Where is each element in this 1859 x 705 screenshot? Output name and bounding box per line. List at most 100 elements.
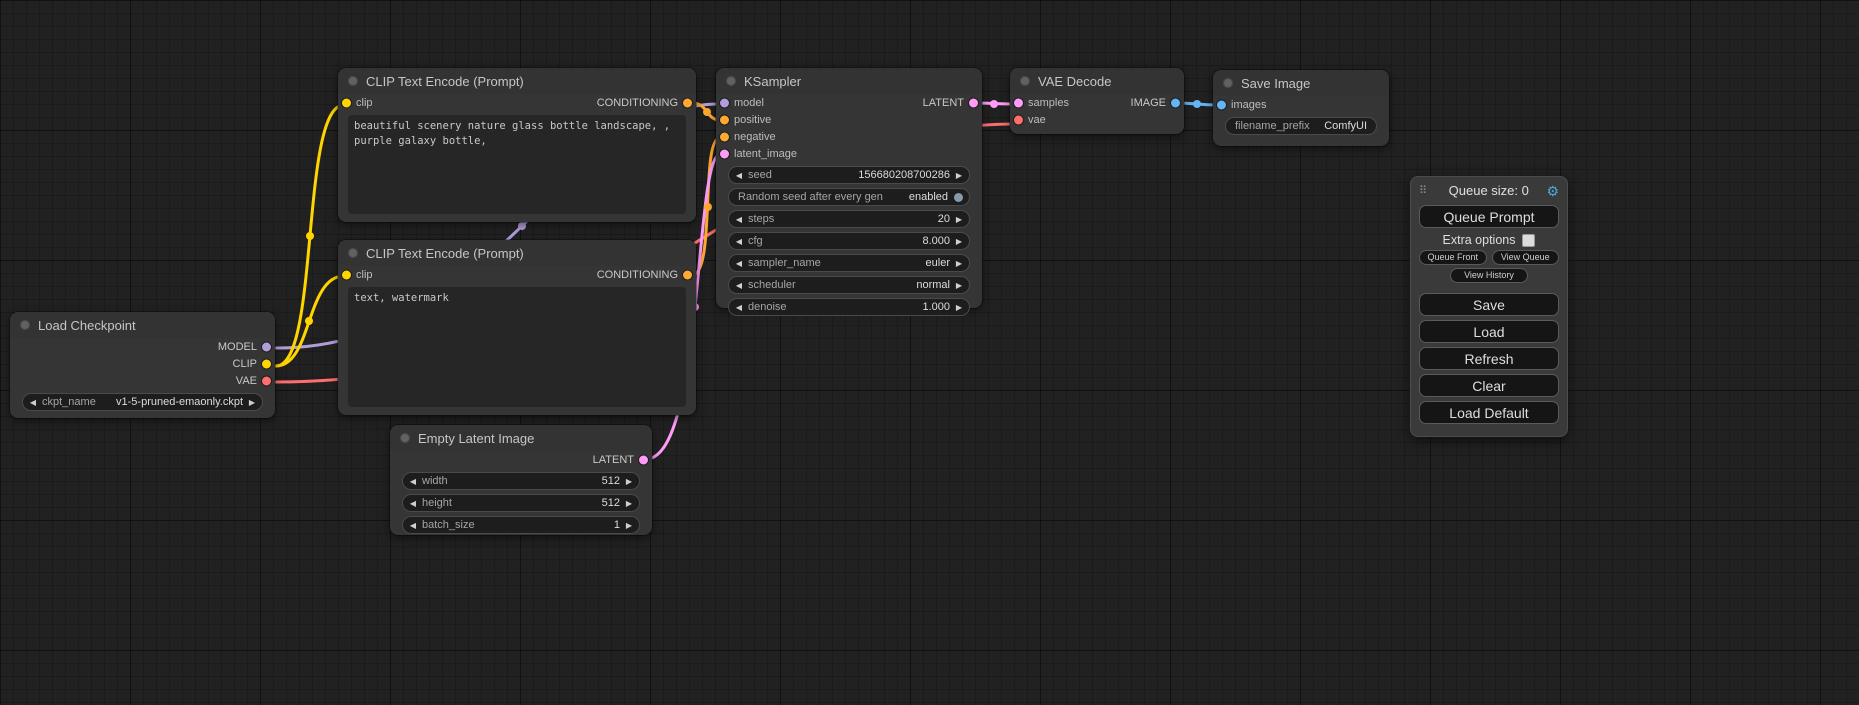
node-clip-text-encode-positive[interactable]: CLIP Text Encode (Prompt) clip CONDITION… [338,68,696,222]
decrement-icon[interactable]: ◀ [734,281,744,290]
increment-icon[interactable]: ▶ [954,171,964,180]
settings-gear-icon[interactable]: ⚙ [1546,184,1559,198]
decrement-icon[interactable]: ◀ [734,303,744,312]
decrement-icon[interactable]: ◀ [408,477,418,486]
input-dot-samples[interactable] [1014,98,1023,107]
increment-icon[interactable]: ▶ [624,499,634,508]
decrement-icon[interactable]: ◀ [408,521,418,530]
node-title-bar[interactable]: Load Checkpoint [10,312,275,338]
slot-row-clip-conditioning: clip CONDITIONING [338,94,696,111]
increment-icon[interactable]: ▶ [954,215,964,224]
increment-icon[interactable]: ▶ [954,259,964,268]
ckpt-name-widget[interactable]: ◀ ckpt_name v1-5-pruned-emaonly.ckpt ▶ [22,393,263,411]
output-dot-conditioning[interactable] [683,98,692,107]
node-save-image[interactable]: Save Image images filename_prefix ComfyU… [1213,70,1389,146]
slot-label: samples [1028,97,1069,109]
steps-widget[interactable]: ◀ steps 20 ▶ [728,210,970,228]
node-load-checkpoint[interactable]: Load Checkpoint MODEL CLIP VAE ◀ ckpt_na… [10,312,275,418]
load-default-button[interactable]: Load Default [1419,401,1559,424]
node-vae-decode[interactable]: VAE Decode samples IMAGE vae [1010,68,1184,134]
input-slot-vae: vae [1010,111,1184,128]
cfg-widget[interactable]: ◀ cfg 8.000 ▶ [728,232,970,250]
widget-label: width [422,475,448,487]
decrement-icon[interactable]: ◀ [734,259,744,268]
input-dot-images[interactable] [1217,100,1226,109]
extra-options-checkbox[interactable] [1522,234,1535,247]
output-dot-conditioning[interactable] [683,270,692,279]
increment-icon[interactable]: ▶ [954,237,964,246]
queue-front-button[interactable]: Queue Front [1419,250,1487,265]
view-queue-button[interactable]: View Queue [1492,250,1560,265]
sampler-name-widget[interactable]: ◀ sampler_name euler ▶ [728,254,970,272]
clear-button[interactable]: Clear [1419,374,1559,397]
input-dot-latent-image[interactable] [720,149,729,158]
output-slot-latent: LATENT [390,451,652,468]
width-widget[interactable]: ◀ width 512 ▶ [402,472,640,490]
input-dot-clip[interactable] [342,98,351,107]
collapse-dot[interactable] [20,320,30,330]
menu-drag-handle-icon[interactable]: ⠿ [1419,184,1427,197]
node-graph-canvas[interactable]: Load Checkpoint MODEL CLIP VAE ◀ ckpt_na… [0,0,1859,705]
decrement-icon[interactable]: ◀ [734,237,744,246]
slot-row-samples-image: samples IMAGE [1010,94,1184,111]
decrement-icon[interactable]: ◀ [734,215,744,224]
node-title-bar[interactable]: VAE Decode [1010,68,1184,94]
input-dot-positive[interactable] [720,115,729,124]
node-title-bar[interactable]: KSampler [716,68,982,94]
output-dot-latent[interactable] [969,98,978,107]
link-midpoint-dot [1193,100,1201,108]
height-widget[interactable]: ◀ height 512 ▶ [402,494,640,512]
filename-prefix-widget[interactable]: filename_prefix ComfyUI [1225,117,1377,135]
increment-icon[interactable]: ▶ [624,521,634,530]
output-dot-clip[interactable] [262,359,271,368]
output-dot-latent[interactable] [639,455,648,464]
input-slot-latent-image: latent_image [716,145,982,162]
seed-widget[interactable]: ◀ seed 156680208700286 ▶ [728,166,970,184]
node-title-bar[interactable]: Empty Latent Image [390,425,652,451]
refresh-button[interactable]: Refresh [1419,347,1559,370]
random-seed-toggle[interactable]: Random seed after every gen enabled [728,188,970,206]
collapse-dot[interactable] [348,76,358,86]
queue-prompt-button[interactable]: Queue Prompt [1419,205,1559,228]
input-dot-vae[interactable] [1014,115,1023,124]
batch-size-widget[interactable]: ◀ batch_size 1 ▶ [402,516,640,534]
increment-icon[interactable]: ▶ [954,303,964,312]
save-button[interactable]: Save [1419,293,1559,316]
input-dot-negative[interactable] [720,132,729,141]
collapse-dot[interactable] [348,248,358,258]
scheduler-widget[interactable]: ◀ scheduler normal ▶ [728,276,970,294]
decrement-icon[interactable]: ◀ [734,171,744,180]
node-title-bar[interactable]: CLIP Text Encode (Prompt) [338,68,696,94]
collapse-dot[interactable] [400,433,410,443]
negative-prompt-textarea[interactable]: text, watermark [348,287,686,407]
node-ksampler[interactable]: KSampler model LATENT positive negative … [716,68,982,308]
denoise-widget[interactable]: ◀ denoise 1.000 ▶ [728,298,970,316]
collapse-dot[interactable] [1223,78,1233,88]
widget-value: v1-5-pruned-emaonly.ckpt [116,396,243,408]
node-title-bar[interactable]: Save Image [1213,70,1389,96]
input-dot-clip[interactable] [342,270,351,279]
load-button[interactable]: Load [1419,320,1559,343]
output-dot-image[interactable] [1171,98,1180,107]
increment-icon[interactable]: ▶ [954,281,964,290]
node-clip-text-encode-negative[interactable]: CLIP Text Encode (Prompt) clip CONDITION… [338,240,696,415]
output-dot-model[interactable] [262,342,271,351]
node-title-bar[interactable]: CLIP Text Encode (Prompt) [338,240,696,266]
decrement-icon[interactable]: ◀ [28,398,38,407]
increment-icon[interactable]: ▶ [624,477,634,486]
view-history-button[interactable]: View History [1450,268,1528,283]
node-empty-latent-image[interactable]: Empty Latent Image LATENT ◀ width 512 ▶ … [390,425,652,535]
widget-label: denoise [748,301,787,313]
positive-prompt-textarea[interactable]: beautiful scenery nature glass bottle la… [348,115,686,214]
widget-label: cfg [748,235,763,247]
collapse-dot[interactable] [726,76,736,86]
input-dot-model[interactable] [720,98,729,107]
slot-label: CONDITIONING [597,269,678,281]
decrement-icon[interactable]: ◀ [408,499,418,508]
toggle-indicator-icon[interactable] [954,193,963,202]
output-slot-clip: CLIP [10,355,275,372]
increment-icon[interactable]: ▶ [247,398,257,407]
collapse-dot[interactable] [1020,76,1030,86]
output-dot-vae[interactable] [262,376,271,385]
widget-value: 1 [614,519,620,531]
